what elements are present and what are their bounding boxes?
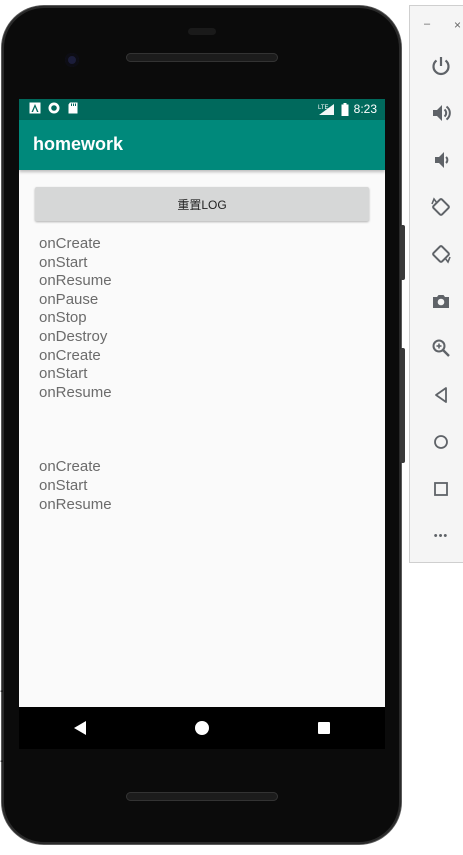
toolbar-minimize-button[interactable]: – bbox=[424, 18, 430, 30]
more-button[interactable]: ••• bbox=[428, 523, 454, 549]
reset-log-button[interactable]: 重置LOG bbox=[35, 187, 369, 221]
log-line: onResume bbox=[39, 495, 112, 513]
app-title: homework bbox=[33, 134, 124, 154]
device-screen: LTE 8:23 homework 重置LOG onCreate onStart… bbox=[19, 99, 385, 707]
toolbar-close-button[interactable]: × bbox=[454, 18, 461, 32]
volume-down-icon bbox=[435, 152, 449, 168]
power-side-button bbox=[400, 225, 405, 280]
log-line: onStart bbox=[39, 365, 88, 383]
volume-down-button[interactable] bbox=[428, 147, 454, 173]
log-line: onStart bbox=[39, 253, 88, 271]
nav-home-button[interactable] bbox=[172, 707, 232, 749]
edge-fragment: - bbox=[0, 686, 4, 697]
lifecycle-log: onCreate onStart onResume onPause onStop… bbox=[39, 235, 369, 514]
zoom-icon bbox=[432, 339, 450, 357]
top-sensor bbox=[188, 28, 216, 35]
zoom-button[interactable] bbox=[428, 335, 454, 361]
status-bar: LTE 8:23 bbox=[19, 99, 385, 120]
log-line: onResume bbox=[39, 383, 112, 401]
camera-icon bbox=[433, 295, 449, 308]
log-line: onCreate bbox=[39, 346, 101, 364]
screenshot-button[interactable] bbox=[428, 288, 454, 314]
log-line: onResume bbox=[39, 272, 112, 290]
android-nav-bar bbox=[19, 707, 385, 749]
nav-recents-button[interactable] bbox=[294, 707, 354, 749]
log-line: onCreate bbox=[39, 458, 101, 476]
volume-up-button[interactable] bbox=[428, 100, 454, 126]
recents-square-icon bbox=[318, 722, 330, 734]
rotate-left-icon bbox=[431, 197, 450, 216]
log-line: onDestroy bbox=[39, 327, 108, 345]
bottom-speaker-grille bbox=[126, 792, 278, 801]
home-icon bbox=[434, 435, 448, 449]
nav-back-button[interactable] bbox=[50, 707, 110, 749]
home-button[interactable] bbox=[428, 429, 454, 455]
emulator-toolbar: – × ••• bbox=[409, 5, 463, 563]
battery-icon bbox=[341, 102, 349, 116]
edge-fragment: - bbox=[0, 756, 4, 767]
log-line: onStop bbox=[39, 309, 87, 327]
back-icon bbox=[435, 387, 447, 403]
volume-side-button bbox=[400, 348, 405, 463]
main-content: 重置LOG onCreate onStart onResume onPause … bbox=[19, 170, 385, 514]
top-speaker-grille bbox=[126, 53, 278, 62]
svg-text:LTE: LTE bbox=[318, 105, 329, 111]
log-line: onCreate bbox=[39, 235, 101, 252]
back-triangle-icon bbox=[74, 721, 86, 735]
sd-card-icon bbox=[68, 102, 78, 114]
overview-icon bbox=[434, 482, 448, 496]
front-camera bbox=[65, 53, 79, 67]
log-line: onPause bbox=[39, 290, 99, 308]
lte-signal-icon: LTE bbox=[318, 103, 334, 115]
status-time: 8:23 bbox=[353, 102, 377, 116]
volume-up-icon bbox=[433, 105, 451, 121]
notification-circle-icon bbox=[48, 102, 60, 114]
notification-a-icon bbox=[29, 102, 41, 114]
rotate-left-button[interactable] bbox=[428, 194, 454, 220]
back-button[interactable] bbox=[428, 382, 454, 408]
more-icon: ••• bbox=[433, 530, 449, 542]
app-toolbar: homework bbox=[19, 120, 385, 170]
log-spacer bbox=[39, 402, 369, 458]
power-button[interactable] bbox=[428, 53, 454, 79]
home-circle-icon bbox=[195, 721, 209, 735]
rotate-right-icon bbox=[432, 245, 451, 264]
overview-button[interactable] bbox=[428, 476, 454, 502]
rotate-right-button[interactable] bbox=[428, 241, 454, 267]
power-icon bbox=[432, 57, 450, 76]
log-line: onStart bbox=[39, 476, 88, 494]
